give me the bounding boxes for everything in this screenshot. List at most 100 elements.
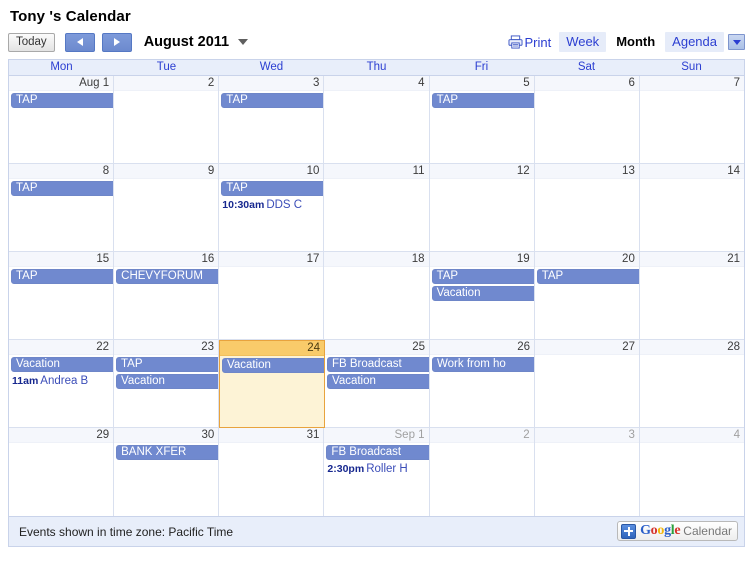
day-cell[interactable]: 21 bbox=[639, 252, 744, 340]
printer-icon bbox=[508, 35, 523, 49]
timed-event-title: Roller H bbox=[366, 463, 408, 475]
day-cell[interactable]: 4 bbox=[324, 76, 430, 164]
day-cell[interactable]: 15 TAP bbox=[9, 252, 115, 340]
timed-event[interactable]: 2:30pm Roller H bbox=[327, 462, 428, 476]
day-number: 3 bbox=[534, 428, 639, 443]
all-day-event-chip[interactable]: Vacation bbox=[11, 357, 113, 372]
weekday-header-sat: Sat bbox=[577, 61, 596, 73]
day-number: 8 bbox=[9, 164, 114, 179]
all-day-event-chip[interactable]: FB Broadcast bbox=[327, 357, 429, 372]
all-day-event-chip[interactable]: FB Broadcast bbox=[326, 445, 429, 460]
google-letter-g2: g bbox=[664, 523, 671, 538]
all-day-event-chip[interactable]: BANK XFER bbox=[116, 445, 219, 460]
day-number: 9 bbox=[114, 164, 219, 179]
all-day-event-chip[interactable]: TAP bbox=[11, 269, 114, 284]
day-events bbox=[535, 91, 639, 93]
week-row: Aug 1 TAP 2 3 TAP 4 5 TAP 6 7 bbox=[9, 76, 744, 164]
day-cell[interactable]: 10 TAP 10:30am DDS C bbox=[219, 164, 325, 252]
day-events bbox=[219, 267, 323, 269]
day-events: Work from ho bbox=[430, 355, 534, 372]
google-wordmark: Google bbox=[640, 523, 681, 539]
day-cell[interactable]: 18 bbox=[324, 252, 430, 340]
chevron-left-icon bbox=[76, 38, 83, 46]
day-cell[interactable]: 25 FB Broadcast Vacation bbox=[325, 340, 430, 428]
all-day-event-chip[interactable]: CHEVYFORUM bbox=[116, 269, 219, 284]
day-number: 23 bbox=[114, 340, 218, 355]
timed-event[interactable]: 10:30am DDS C bbox=[222, 198, 323, 212]
day-cell[interactable]: 2 bbox=[429, 428, 535, 516]
timed-event-title: DDS C bbox=[266, 199, 303, 211]
day-cell[interactable]: 14 bbox=[639, 164, 744, 252]
day-cell[interactable]: 3 bbox=[534, 428, 640, 516]
day-cell[interactable]: 12 bbox=[429, 164, 535, 252]
all-day-event-chip[interactable]: Vacation bbox=[431, 286, 534, 301]
next-period-button[interactable] bbox=[101, 32, 132, 52]
day-cell[interactable]: 31 bbox=[219, 428, 325, 516]
all-day-event-chip[interactable]: TAP bbox=[221, 93, 324, 108]
today-button[interactable]: Today bbox=[8, 32, 55, 52]
day-cell[interactable]: Aug 1 TAP bbox=[9, 76, 115, 164]
day-cell[interactable]: 19 TAP Vacation bbox=[429, 252, 535, 340]
day-cell[interactable]: 4 bbox=[639, 428, 744, 516]
day-number: 25 bbox=[325, 340, 429, 355]
all-day-event-chip[interactable]: Vacation bbox=[116, 374, 218, 389]
all-day-event-chip[interactable]: TAP bbox=[11, 181, 114, 196]
previous-period-button[interactable] bbox=[64, 32, 95, 52]
view-tab-month[interactable]: Month bbox=[609, 32, 663, 52]
view-tab-week[interactable]: Week bbox=[559, 32, 607, 52]
view-switcher: Week Month Agenda bbox=[559, 32, 745, 52]
day-cell[interactable]: 5 TAP bbox=[429, 76, 535, 164]
day-cell[interactable]: 29 bbox=[9, 428, 115, 516]
current-period-label: August 2011 bbox=[143, 34, 230, 50]
day-number: 16 bbox=[114, 252, 219, 267]
day-cell[interactable]: 3 TAP bbox=[219, 76, 325, 164]
view-options-dropdown-button[interactable] bbox=[728, 34, 745, 50]
view-tab-agenda[interactable]: Agenda bbox=[665, 32, 724, 52]
plus-icon bbox=[621, 523, 637, 539]
all-day-event-chip[interactable]: TAP bbox=[11, 93, 114, 108]
nav-button-group bbox=[64, 32, 132, 52]
all-day-event-chip[interactable]: Work from ho bbox=[432, 357, 534, 372]
day-cell[interactable]: 2 bbox=[114, 76, 220, 164]
calendar-app: Tony 's Calendar Today August 2011 Print… bbox=[0, 0, 753, 570]
day-cell[interactable]: 11 bbox=[324, 164, 430, 252]
day-cell-today[interactable]: 24 Vacation bbox=[219, 340, 325, 428]
weekday-header-mon: Mon bbox=[50, 61, 73, 73]
google-calendar-badge[interactable]: Google Calendar bbox=[617, 521, 738, 541]
day-cell[interactable]: 6 bbox=[534, 76, 640, 164]
day-cell[interactable]: 13 bbox=[534, 164, 640, 252]
calendar-wordmark: Calendar bbox=[683, 524, 732, 538]
toolbar-right-group: Print Week Month Agenda bbox=[508, 30, 745, 54]
all-day-event-chip[interactable]: Vacation bbox=[327, 374, 429, 389]
day-cell[interactable]: 22 Vacation 11am Andrea B bbox=[9, 340, 114, 428]
day-cell[interactable]: 17 bbox=[219, 252, 325, 340]
all-day-event-chip[interactable]: TAP bbox=[116, 357, 218, 372]
day-events: TAP bbox=[219, 91, 324, 108]
print-button[interactable]: Print bbox=[508, 35, 551, 50]
day-events bbox=[324, 267, 428, 269]
day-cell[interactable]: 16 CHEVYFORUM bbox=[114, 252, 220, 340]
day-cell[interactable]: 7 bbox=[639, 76, 744, 164]
timed-event[interactable]: 11am Andrea B bbox=[12, 374, 113, 388]
all-day-event-chip[interactable]: Vacation bbox=[222, 358, 324, 373]
day-events bbox=[640, 443, 744, 445]
day-number: 13 bbox=[534, 164, 639, 179]
weekday-header-fri: Fri bbox=[474, 61, 489, 73]
day-cell[interactable]: 23 TAP Vacation bbox=[114, 340, 219, 428]
all-day-event-chip[interactable]: TAP bbox=[431, 269, 534, 284]
day-cell[interactable]: 20 TAP bbox=[534, 252, 640, 340]
day-cell[interactable]: 9 bbox=[114, 164, 220, 252]
day-cell[interactable]: 26 Work from ho bbox=[430, 340, 535, 428]
weekday-header-wed: Wed bbox=[259, 61, 284, 73]
day-cell[interactable]: 28 bbox=[640, 340, 744, 428]
all-day-event-chip[interactable]: TAP bbox=[536, 269, 639, 284]
day-events bbox=[324, 179, 428, 181]
day-cell[interactable]: 27 bbox=[535, 340, 640, 428]
chevron-down-icon[interactable] bbox=[238, 39, 249, 45]
day-events bbox=[535, 179, 639, 181]
all-day-event-chip[interactable]: TAP bbox=[431, 93, 534, 108]
day-cell[interactable]: 8 TAP bbox=[9, 164, 115, 252]
day-cell[interactable]: 30 BANK XFER bbox=[114, 428, 220, 516]
day-cell[interactable]: Sep 1 FB Broadcast 2:30pm Roller H bbox=[324, 428, 430, 516]
all-day-event-chip[interactable]: TAP bbox=[221, 181, 324, 196]
